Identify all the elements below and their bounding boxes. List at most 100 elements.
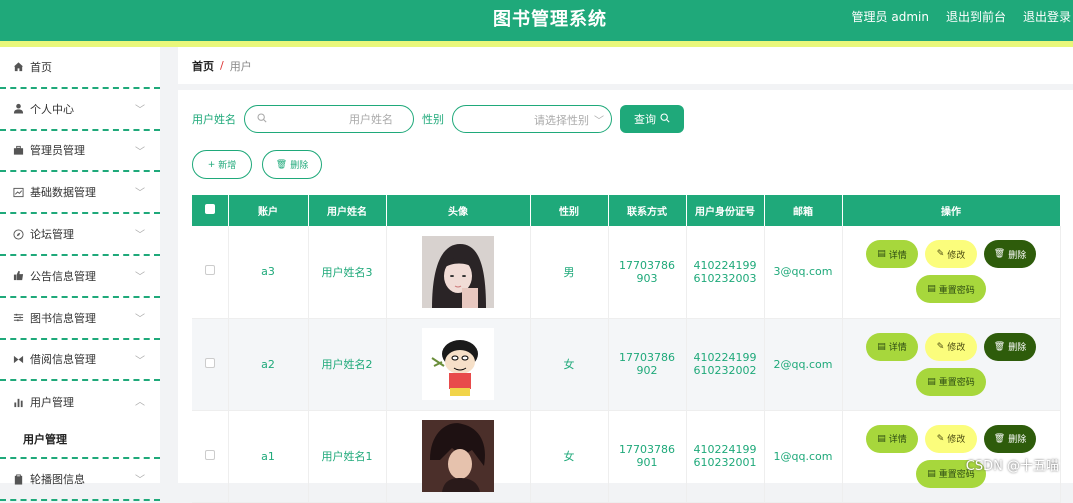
edit-button[interactable]: ✎修改 [925,425,977,453]
cell-email: 1@qq.com [764,410,842,502]
select-all-header[interactable] [192,195,228,226]
reset-password-button[interactable]: ▤重置密码 [916,275,986,303]
home-icon [12,61,24,73]
bulk-delete-button[interactable]: 🗑 删除 [262,150,322,179]
name-search-input[interactable]: 用户姓名 [244,105,414,133]
reset-label: 重置密码 [939,375,975,388]
cell-name: 用户姓名3 [308,226,386,318]
column-header: 账户 [228,195,308,226]
detail-label: 详情 [889,432,907,445]
sidebar-subitem-user-management[interactable]: 用户管理 [0,423,160,455]
cell-actions: ▤详情 ✎修改 🗑删除 ▤重置密码 [842,318,1060,410]
sidebar-item-label: 管理员管理 [30,142,85,158]
delete-button[interactable]: 🗑删除 [984,425,1036,453]
delete-label: 删除 [1008,340,1026,353]
trash-icon: 🗑 [994,249,1005,259]
sidebar-item-home[interactable]: 首页 [0,47,160,89]
toolbar: + 新增 🗑 删除 [192,150,322,179]
delete-label: 删除 [1008,248,1026,261]
delete-button[interactable]: 🗑删除 [984,333,1036,361]
column-header: 性别 [530,195,608,226]
sidebar-item-basic-data[interactable]: 基础数据管理 ﹀ [0,172,160,214]
edit-button[interactable]: ✎修改 [925,333,977,361]
reset-icon: ▤ [927,284,936,294]
clipboard-icon [12,473,24,485]
table-row: a3 用户姓名3 男 17703786903 41022419961023 [192,226,1060,318]
trash-icon: 🗑 [276,160,287,170]
edit-icon: ✎ [937,434,945,444]
chevron-down-icon: ﹀ [135,226,145,241]
plus-icon: + [208,160,216,170]
sidebar-item-notices[interactable]: 公告信息管理 ﹀ [0,256,160,298]
briefcase-icon [12,144,24,156]
column-header: 用户姓名 [308,195,386,226]
delete-label: 删除 [1008,432,1026,445]
cell-idcard: 410224199610232003 [686,226,764,318]
table-row: a1 用户姓名1 女 17703786901 41022419961023200… [192,410,1060,502]
cell-gender: 女 [530,410,608,502]
detail-icon: ▤ [877,249,886,259]
cell-idcard: 410224199610232001 [686,410,764,502]
name-search-label: 用户姓名 [192,111,236,127]
sidebar-item-label: 论坛管理 [30,226,74,242]
cell-email: 3@qq.com [764,226,842,318]
cell-avatar [386,410,530,502]
sidebar-item-label: 借阅信息管理 [30,351,96,367]
avatar[interactable] [422,328,494,400]
cell-gender: 女 [530,318,608,410]
sidebar-item-profile[interactable]: 个人中心 ﹀ [0,89,160,131]
table-header-row: 账户 用户姓名 头像 性别 联系方式 用户身份证号 邮箱 操作 [192,195,1060,226]
detail-label: 详情 [889,248,907,261]
sidebar-item-carousel[interactable]: 轮播图信息 ﹀ [0,459,160,501]
edit-label: 修改 [947,248,965,261]
select-all-checkbox[interactable] [205,204,215,214]
sidebar-item-forum[interactable]: 论坛管理 ﹀ [0,214,160,256]
query-button-label: 查询 [634,111,656,127]
sidebar-item-books[interactable]: 图书信息管理 ﹀ [0,298,160,340]
edit-button[interactable]: ✎修改 [925,240,977,268]
breadcrumb-current: 用户 [230,58,252,74]
row-checkbox[interactable] [205,358,215,368]
gender-select[interactable]: 请选择性别 ﹀ [452,105,612,133]
delete-button[interactable]: 🗑删除 [984,240,1036,268]
chevron-down-icon: ﹀ [135,101,145,116]
sidebar-item-label: 基础数据管理 [30,184,96,200]
chevron-down-icon: ﹀ [135,310,145,325]
sidebar-item-users[interactable]: 用户管理 ︿ [0,381,160,423]
detail-button[interactable]: ▤详情 [866,240,918,268]
chevron-down-icon: ﹀ [135,143,145,158]
chevron-down-icon: ﹀ [594,112,604,127]
add-button[interactable]: + 新增 [192,150,252,179]
avatar[interactable] [422,236,494,308]
row-checkbox[interactable] [205,450,215,460]
reset-password-button[interactable]: ▤重置密码 [916,368,986,396]
edit-label: 修改 [947,340,965,353]
gender-filter-label: 性别 [422,111,444,127]
trash-icon: 🗑 [994,434,1005,444]
sidebar: 首页 个人中心 ﹀ 管理员管理 ﹀ 基础数据管理 ﹀ 论坛管理 ﹀ 公告信息管理… [0,47,160,483]
top-links: 管理员 admin 退出到前台 退出登录 [852,8,1071,25]
logout-link[interactable]: 退出登录 [1023,8,1071,25]
sidebar-item-borrow[interactable]: 借阅信息管理 ﹀ [0,340,160,382]
detail-button[interactable]: ▤详情 [866,425,918,453]
row-checkbox[interactable] [205,265,215,275]
column-header: 邮箱 [764,195,842,226]
column-header: 操作 [842,195,1060,226]
add-button-label: 新增 [218,158,236,171]
sidebar-item-label: 个人中心 [30,101,74,117]
breadcrumb-home[interactable]: 首页 [192,58,214,74]
gender-select-placeholder: 请选择性别 [534,112,589,128]
query-button[interactable]: 查询 [620,105,684,133]
cell-phone: 17703786902 [608,318,686,410]
sidebar-item-admins[interactable]: 管理员管理 ﹀ [0,131,160,173]
sidebar-item-label: 首页 [30,59,52,75]
column-header: 用户身份证号 [686,195,764,226]
cell-email: 2@qq.com [764,318,842,410]
reset-icon: ▤ [927,469,936,479]
detail-button[interactable]: ▤详情 [866,333,918,361]
back-to-front-link[interactable]: 退出到前台 [946,8,1006,25]
sidebar-submenu: 用户管理 [0,423,160,459]
avatar[interactable] [422,420,494,492]
sliders-icon [12,312,24,324]
admin-label[interactable]: 管理员 admin [852,8,929,25]
